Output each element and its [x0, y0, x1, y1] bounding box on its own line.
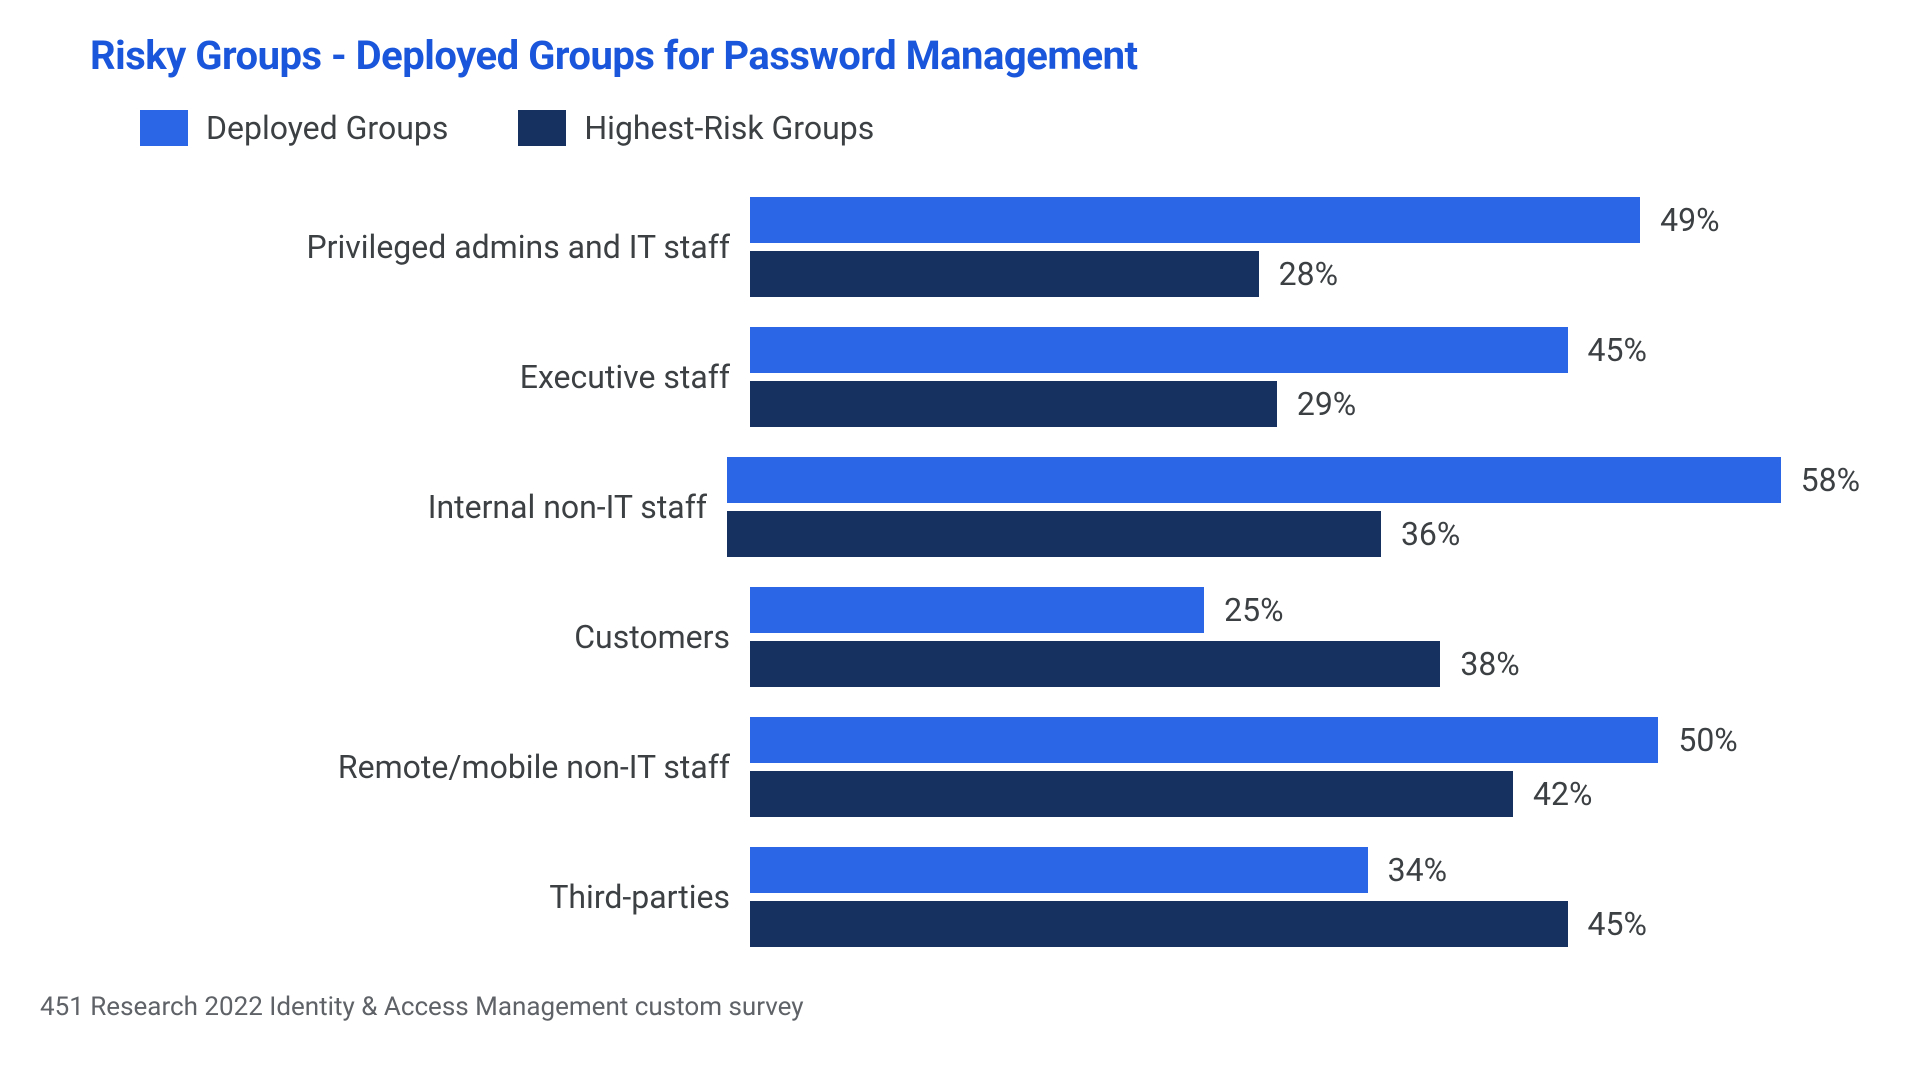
- bar-pair: 58% 36%: [727, 457, 1860, 557]
- value-label: 36%: [1401, 515, 1460, 553]
- category-row: Executive staff 45% 29%: [60, 312, 1860, 442]
- bar: [750, 641, 1440, 687]
- bar-line: 45%: [750, 327, 1860, 373]
- bar: [750, 197, 1640, 243]
- bar-line: 38%: [750, 641, 1860, 687]
- bar: [750, 771, 1513, 817]
- value-label: 25%: [1224, 591, 1283, 629]
- bar-line: 25%: [750, 587, 1860, 633]
- legend-swatch: [518, 110, 566, 146]
- legend-item-deployed: Deployed Groups: [140, 109, 448, 147]
- bar-pair: 34% 45%: [750, 847, 1860, 947]
- value-label: 29%: [1297, 385, 1356, 423]
- category-label: Privileged admins and IT staff: [60, 228, 750, 266]
- chart-footnote: 451 Research 2022 Identity & Access Mana…: [40, 992, 1860, 1022]
- category-label: Remote/mobile non-IT staff: [60, 748, 750, 786]
- bar: [727, 511, 1381, 557]
- bar: [750, 381, 1277, 427]
- legend-label: Highest-Risk Groups: [584, 109, 874, 147]
- legend-label: Deployed Groups: [206, 109, 448, 147]
- value-label: 50%: [1678, 721, 1737, 759]
- bar-line: 36%: [727, 511, 1860, 557]
- value-label: 28%: [1279, 255, 1338, 293]
- value-label: 34%: [1388, 851, 1447, 889]
- category-label: Internal non-IT staff: [60, 488, 727, 526]
- bar-line: 34%: [750, 847, 1860, 893]
- value-label: 45%: [1588, 905, 1647, 943]
- value-label: 42%: [1533, 775, 1592, 813]
- chart-title: Risky Groups - Deployed Groups for Passw…: [90, 32, 1860, 79]
- bar: [750, 587, 1204, 633]
- legend-swatch: [140, 110, 188, 146]
- bar-line: 58%: [727, 457, 1860, 503]
- category-row: Remote/mobile non-IT staff 50% 42%: [60, 702, 1860, 832]
- bar-line: 29%: [750, 381, 1860, 427]
- category-row: Privileged admins and IT staff 49% 28%: [60, 182, 1860, 312]
- chart-container: Risky Groups - Deployed Groups for Passw…: [0, 0, 1920, 1080]
- bar: [727, 457, 1781, 503]
- bar: [750, 847, 1368, 893]
- category-row: Third-parties 34% 45%: [60, 832, 1860, 962]
- category-label: Customers: [60, 618, 750, 656]
- bar-line: 28%: [750, 251, 1860, 297]
- value-label: 49%: [1660, 201, 1719, 239]
- bar-pair: 45% 29%: [750, 327, 1860, 427]
- category-row: Customers 25% 38%: [60, 572, 1860, 702]
- category-row: Internal non-IT staff 58% 36%: [60, 442, 1860, 572]
- bar-pair: 49% 28%: [750, 197, 1860, 297]
- bar: [750, 251, 1259, 297]
- category-label: Third-parties: [60, 878, 750, 916]
- value-label: 38%: [1460, 645, 1519, 683]
- bar-line: 45%: [750, 901, 1860, 947]
- category-label: Executive staff: [60, 358, 750, 396]
- bar-line: 42%: [750, 771, 1860, 817]
- bar: [750, 717, 1658, 763]
- legend-item-highest-risk: Highest-Risk Groups: [518, 109, 874, 147]
- bar: [750, 327, 1568, 373]
- bar-pair: 25% 38%: [750, 587, 1860, 687]
- bar-line: 49%: [750, 197, 1860, 243]
- bar-pair: 50% 42%: [750, 717, 1860, 817]
- legend: Deployed Groups Highest-Risk Groups: [140, 109, 1860, 147]
- value-label: 45%: [1588, 331, 1647, 369]
- bar-line: 50%: [750, 717, 1860, 763]
- plot-area: Privileged admins and IT staff 49% 28% Exec…: [60, 182, 1860, 962]
- value-label: 58%: [1801, 461, 1860, 499]
- bar: [750, 901, 1568, 947]
